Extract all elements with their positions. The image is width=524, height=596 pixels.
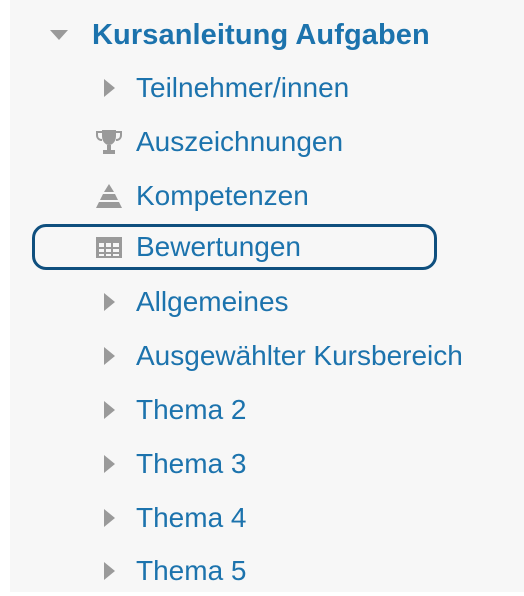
course-title[interactable]: Kursanleitung Aufgaben (92, 19, 430, 52)
highlight-outline (32, 224, 437, 270)
course-node[interactable]: Kursanleitung Aufgaben (50, 10, 430, 60)
nav-item-thema-4[interactable]: Thema 4 (94, 493, 247, 543)
nav-item-kompetenzen[interactable]: Kompetenzen (94, 171, 309, 221)
competency-icon (94, 181, 130, 211)
nav-item-auszeichnungen[interactable]: Auszeichnungen (94, 117, 343, 167)
caret-right-icon[interactable] (94, 556, 130, 586)
nav-item-thema-3[interactable]: Thema 3 (94, 439, 247, 489)
nav-item-label[interactable]: Teilnehmer/innen (136, 72, 349, 104)
caret-right-icon[interactable] (94, 449, 130, 479)
caret-right-icon[interactable] (94, 73, 130, 103)
caret-down-icon[interactable] (50, 30, 68, 40)
nav-item-label[interactable]: Thema 5 (136, 555, 247, 587)
nav-item-label[interactable]: Auszeichnungen (136, 126, 343, 158)
nav-item-kursbereich[interactable]: Ausgewählter Kursbereich (94, 331, 463, 381)
nav-item-label[interactable]: Ausgewählter Kursbereich (136, 340, 463, 372)
caret-right-icon[interactable] (94, 341, 130, 371)
nav-item-thema-5[interactable]: Thema 5 (94, 546, 247, 596)
nav-item-label[interactable]: Thema 3 (136, 448, 247, 480)
trophy-icon (94, 127, 130, 157)
caret-right-icon[interactable] (94, 395, 130, 425)
nav-item-label[interactable]: Allgemeines (136, 286, 289, 318)
caret-right-icon[interactable] (94, 287, 130, 317)
nav-item-teilnehmer[interactable]: Teilnehmer/innen (94, 63, 349, 113)
nav-item-label[interactable]: Thema 4 (136, 502, 247, 534)
nav-item-thema-2[interactable]: Thema 2 (94, 385, 247, 435)
nav-item-label[interactable]: Thema 2 (136, 394, 247, 426)
nav-item-label[interactable]: Kompetenzen (136, 180, 309, 212)
nav-item-allgemeines[interactable]: Allgemeines (94, 277, 289, 327)
caret-right-icon[interactable] (94, 503, 130, 533)
